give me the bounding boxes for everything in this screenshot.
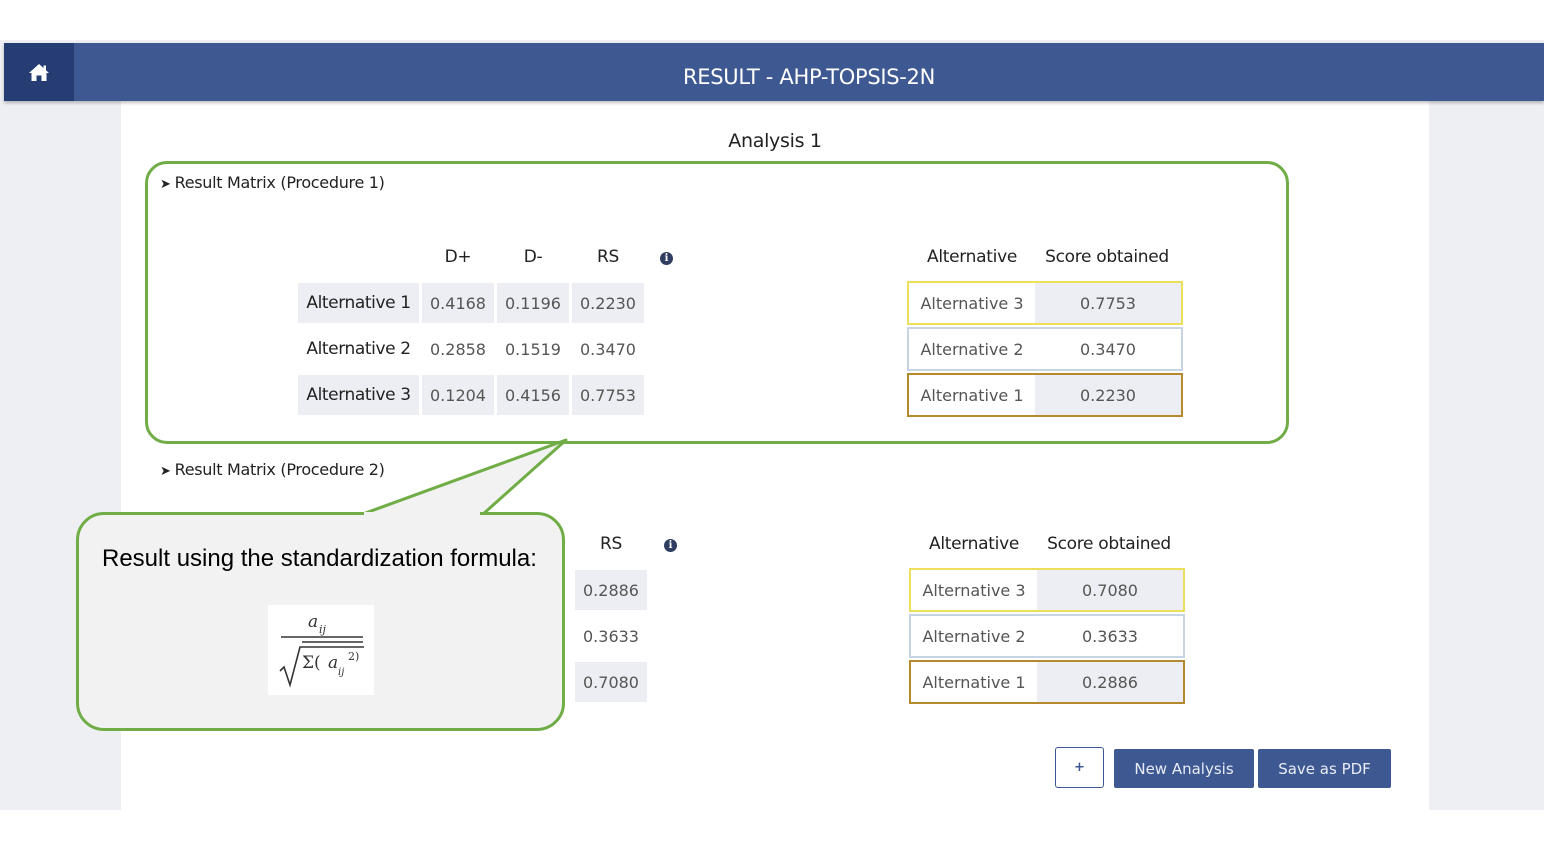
- new-analysis-button[interactable]: New Analysis: [1114, 749, 1254, 788]
- add-button[interactable]: +: [1055, 747, 1104, 788]
- formula-denominator-sub: ij: [338, 667, 344, 678]
- standardization-formula: a ij Σ( a ij 2): [268, 605, 374, 695]
- page: RESULT - AHP-TOPSIS-2N Analysis 1 ➤ Resul…: [0, 0, 1544, 856]
- formula-exponent: 2): [348, 650, 359, 663]
- formula-numerator: a: [308, 612, 318, 632]
- callout-text: Result using the standardization formula…: [102, 545, 537, 572]
- callout-pointer-joint: [364, 512, 480, 516]
- save-pdf-button[interactable]: Save as PDF: [1258, 749, 1391, 788]
- formula-numerator-sub: ij: [319, 623, 327, 636]
- formula-sigma: Σ(: [302, 653, 321, 673]
- formula-denominator: a: [328, 653, 338, 673]
